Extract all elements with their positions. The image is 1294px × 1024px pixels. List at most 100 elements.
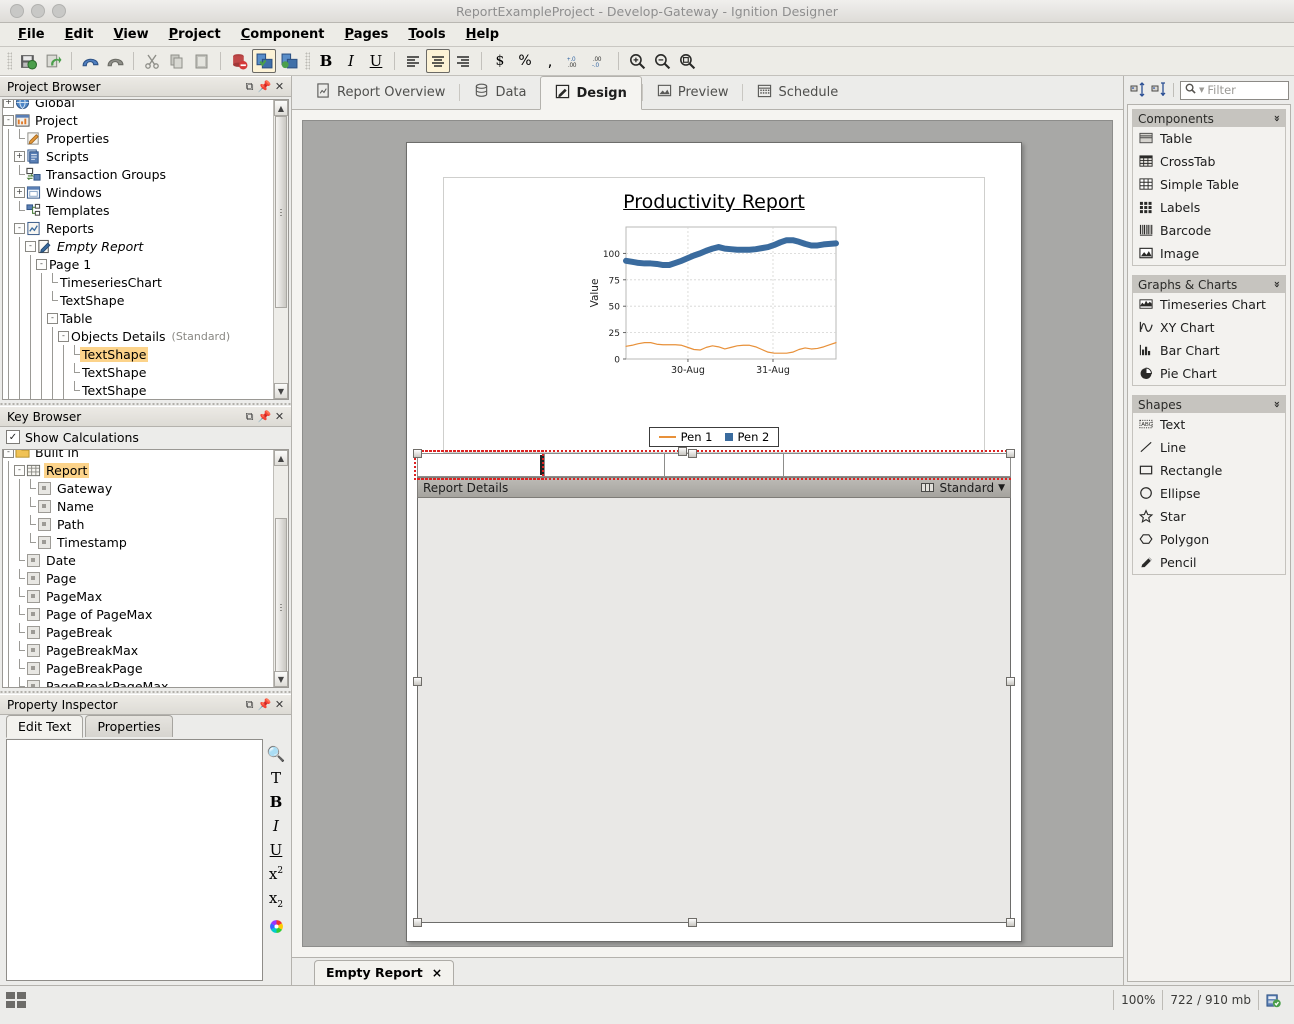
save-icon[interactable] xyxy=(16,49,40,73)
toolbar-grip[interactable] xyxy=(7,52,12,70)
percent-format-button[interactable]: % xyxy=(513,49,537,73)
palette-group-header[interactable]: Shapes« xyxy=(1133,396,1285,413)
chevron-down-icon[interactable]: ▼ xyxy=(998,483,1005,493)
menu-file[interactable]: File xyxy=(8,25,55,44)
tab-preview[interactable]: Preview xyxy=(643,76,743,109)
palette-item-simple-table[interactable]: Simple Table xyxy=(1133,173,1285,196)
tab-design[interactable]: Design xyxy=(540,76,641,110)
resize-handle-n[interactable] xyxy=(688,449,697,458)
key-browser-scrollbar[interactable]: ▲ ▼ xyxy=(273,450,288,687)
detail-cell-textshape-2[interactable] xyxy=(545,454,665,476)
comma-format-button[interactable]: , xyxy=(538,49,562,73)
italic-icon[interactable]: I xyxy=(273,819,279,834)
scroll-down-icon[interactable]: ▼ xyxy=(274,671,288,687)
open-resource-tab-empty-report[interactable]: Empty Report × xyxy=(314,960,454,985)
layout-grid-icon[interactable] xyxy=(6,992,26,1008)
font-icon[interactable]: T xyxy=(271,771,281,786)
tree-row[interactable]: -Table xyxy=(3,309,288,327)
float-icon[interactable]: ⧉ xyxy=(242,409,257,424)
project-browser-tree[interactable]: +Global-ProjectProperties+ScriptsTransac… xyxy=(2,99,289,400)
tree-expander[interactable]: - xyxy=(25,237,36,255)
resize-handle-s[interactable] xyxy=(688,918,697,927)
align-right-button[interactable] xyxy=(451,49,475,73)
tree-expander[interactable]: - xyxy=(3,449,14,461)
tree-expander[interactable]: - xyxy=(58,327,69,345)
menu-view[interactable]: View xyxy=(104,25,159,44)
pin-icon[interactable]: 📌 xyxy=(257,697,272,712)
edit-text-input[interactable] xyxy=(6,739,263,981)
menu-tools[interactable]: Tools xyxy=(398,25,455,44)
tree-expander[interactable]: + xyxy=(14,147,25,165)
tree-row[interactable]: +Scripts xyxy=(3,147,288,165)
tree-row[interactable]: TimeseriesChart xyxy=(3,273,288,291)
tree-row[interactable]: PageBreakPageMax xyxy=(3,677,288,688)
detail-cell-textshape-4[interactable] xyxy=(784,454,1010,476)
search-icon[interactable]: 🔍 xyxy=(267,747,286,762)
menu-edit[interactable]: Edit xyxy=(55,25,104,44)
zoom-out-button[interactable] xyxy=(650,49,674,73)
palette-item-barcode[interactable]: Barcode xyxy=(1133,219,1285,242)
redo-icon[interactable] xyxy=(103,49,127,73)
tree-row[interactable]: TextShape xyxy=(3,291,288,309)
show-calculations-row[interactable]: ✓ Show Calculations xyxy=(0,427,291,447)
palette-item-rectangle[interactable]: Rectangle xyxy=(1133,459,1285,482)
report-details-band-header[interactable]: Report Details Standard ▼ xyxy=(417,477,1011,498)
align-left-button[interactable] xyxy=(401,49,425,73)
copy-icon[interactable] xyxy=(165,49,189,73)
collapse-all-icon[interactable] xyxy=(1150,82,1167,99)
tree-expander[interactable]: - xyxy=(14,219,25,237)
design-canvas[interactable]: Productivity Report 025507510030-Aug31-A… xyxy=(302,120,1113,947)
tree-row[interactable]: PageMax xyxy=(3,587,288,605)
tree-row[interactable]: +Global xyxy=(3,99,288,111)
tree-row[interactable]: -Empty Report xyxy=(3,237,288,255)
tree-row[interactable]: -Report xyxy=(3,461,288,479)
tree-expander[interactable]: - xyxy=(47,309,58,327)
collapse-chevron-icon[interactable]: « xyxy=(1270,115,1283,122)
project-browser-scrollbar[interactable]: ▲ ▼ xyxy=(273,100,288,399)
tree-expander[interactable]: - xyxy=(14,461,25,479)
close-icon[interactable]: ✕ xyxy=(272,409,287,424)
cut-icon[interactable] xyxy=(140,49,164,73)
menu-project[interactable]: Project xyxy=(159,25,231,44)
pin-icon[interactable]: 📌 xyxy=(257,79,272,94)
refresh-icon[interactable] xyxy=(41,49,65,73)
pin-icon[interactable]: 📌 xyxy=(257,409,272,424)
tree-row[interactable]: -Built In xyxy=(3,449,288,461)
tab-edit-text[interactable]: Edit Text xyxy=(6,715,83,738)
tree-row[interactable]: Templates xyxy=(3,201,288,219)
resize-handle-nw[interactable] xyxy=(413,449,422,458)
tree-row[interactable]: -Page 1 xyxy=(3,255,288,273)
menu-help[interactable]: Help xyxy=(456,25,509,44)
resize-handle-e[interactable] xyxy=(1006,677,1015,686)
tab-report-overview[interactable]: Report Overview xyxy=(302,76,459,109)
palette-item-ellipse[interactable]: Ellipse xyxy=(1133,482,1285,505)
zoom-in-button[interactable] xyxy=(625,49,649,73)
resize-handle-w[interactable] xyxy=(413,677,422,686)
tree-row[interactable]: PageBreakPage xyxy=(3,659,288,677)
tab-schedule[interactable]: Schedule xyxy=(743,76,852,109)
tree-row[interactable]: Gateway xyxy=(3,479,288,497)
resize-handle-ne[interactable] xyxy=(1006,449,1015,458)
tree-row[interactable]: Page of PageMax xyxy=(3,605,288,623)
tree-row[interactable]: Name xyxy=(3,497,288,515)
tree-row[interactable]: TextShape xyxy=(3,399,288,400)
tree-row[interactable]: +Windows xyxy=(3,183,288,201)
expand-all-icon[interactable] xyxy=(1129,82,1146,99)
tree-row[interactable]: Timestamp xyxy=(3,533,288,551)
tree-row[interactable]: PageBreak xyxy=(3,623,288,641)
tree-expander[interactable]: - xyxy=(36,255,47,273)
close-icon[interactable]: × xyxy=(432,965,442,980)
tree-row[interactable]: Path xyxy=(3,515,288,533)
tree-expander[interactable]: - xyxy=(3,111,14,129)
toolbar-grip-2[interactable] xyxy=(305,52,310,70)
superscript-icon[interactable]: x2 xyxy=(269,867,283,882)
scroll-up-icon[interactable]: ▲ xyxy=(274,450,288,466)
tree-row[interactable]: PageBreakMax xyxy=(3,641,288,659)
tree-row[interactable]: -Reports xyxy=(3,219,288,237)
palette-filter-input[interactable]: ▼ Filter xyxy=(1180,81,1289,100)
scroll-down-icon[interactable]: ▼ xyxy=(274,383,288,399)
italic-button[interactable]: I xyxy=(339,49,363,73)
palette-item-line[interactable]: Line xyxy=(1133,436,1285,459)
palette-item-crosstab[interactable]: CrossTab xyxy=(1133,150,1285,173)
key-browser-tree[interactable]: -Built In-ReportGatewayNamePathTimestamp… xyxy=(2,449,289,688)
